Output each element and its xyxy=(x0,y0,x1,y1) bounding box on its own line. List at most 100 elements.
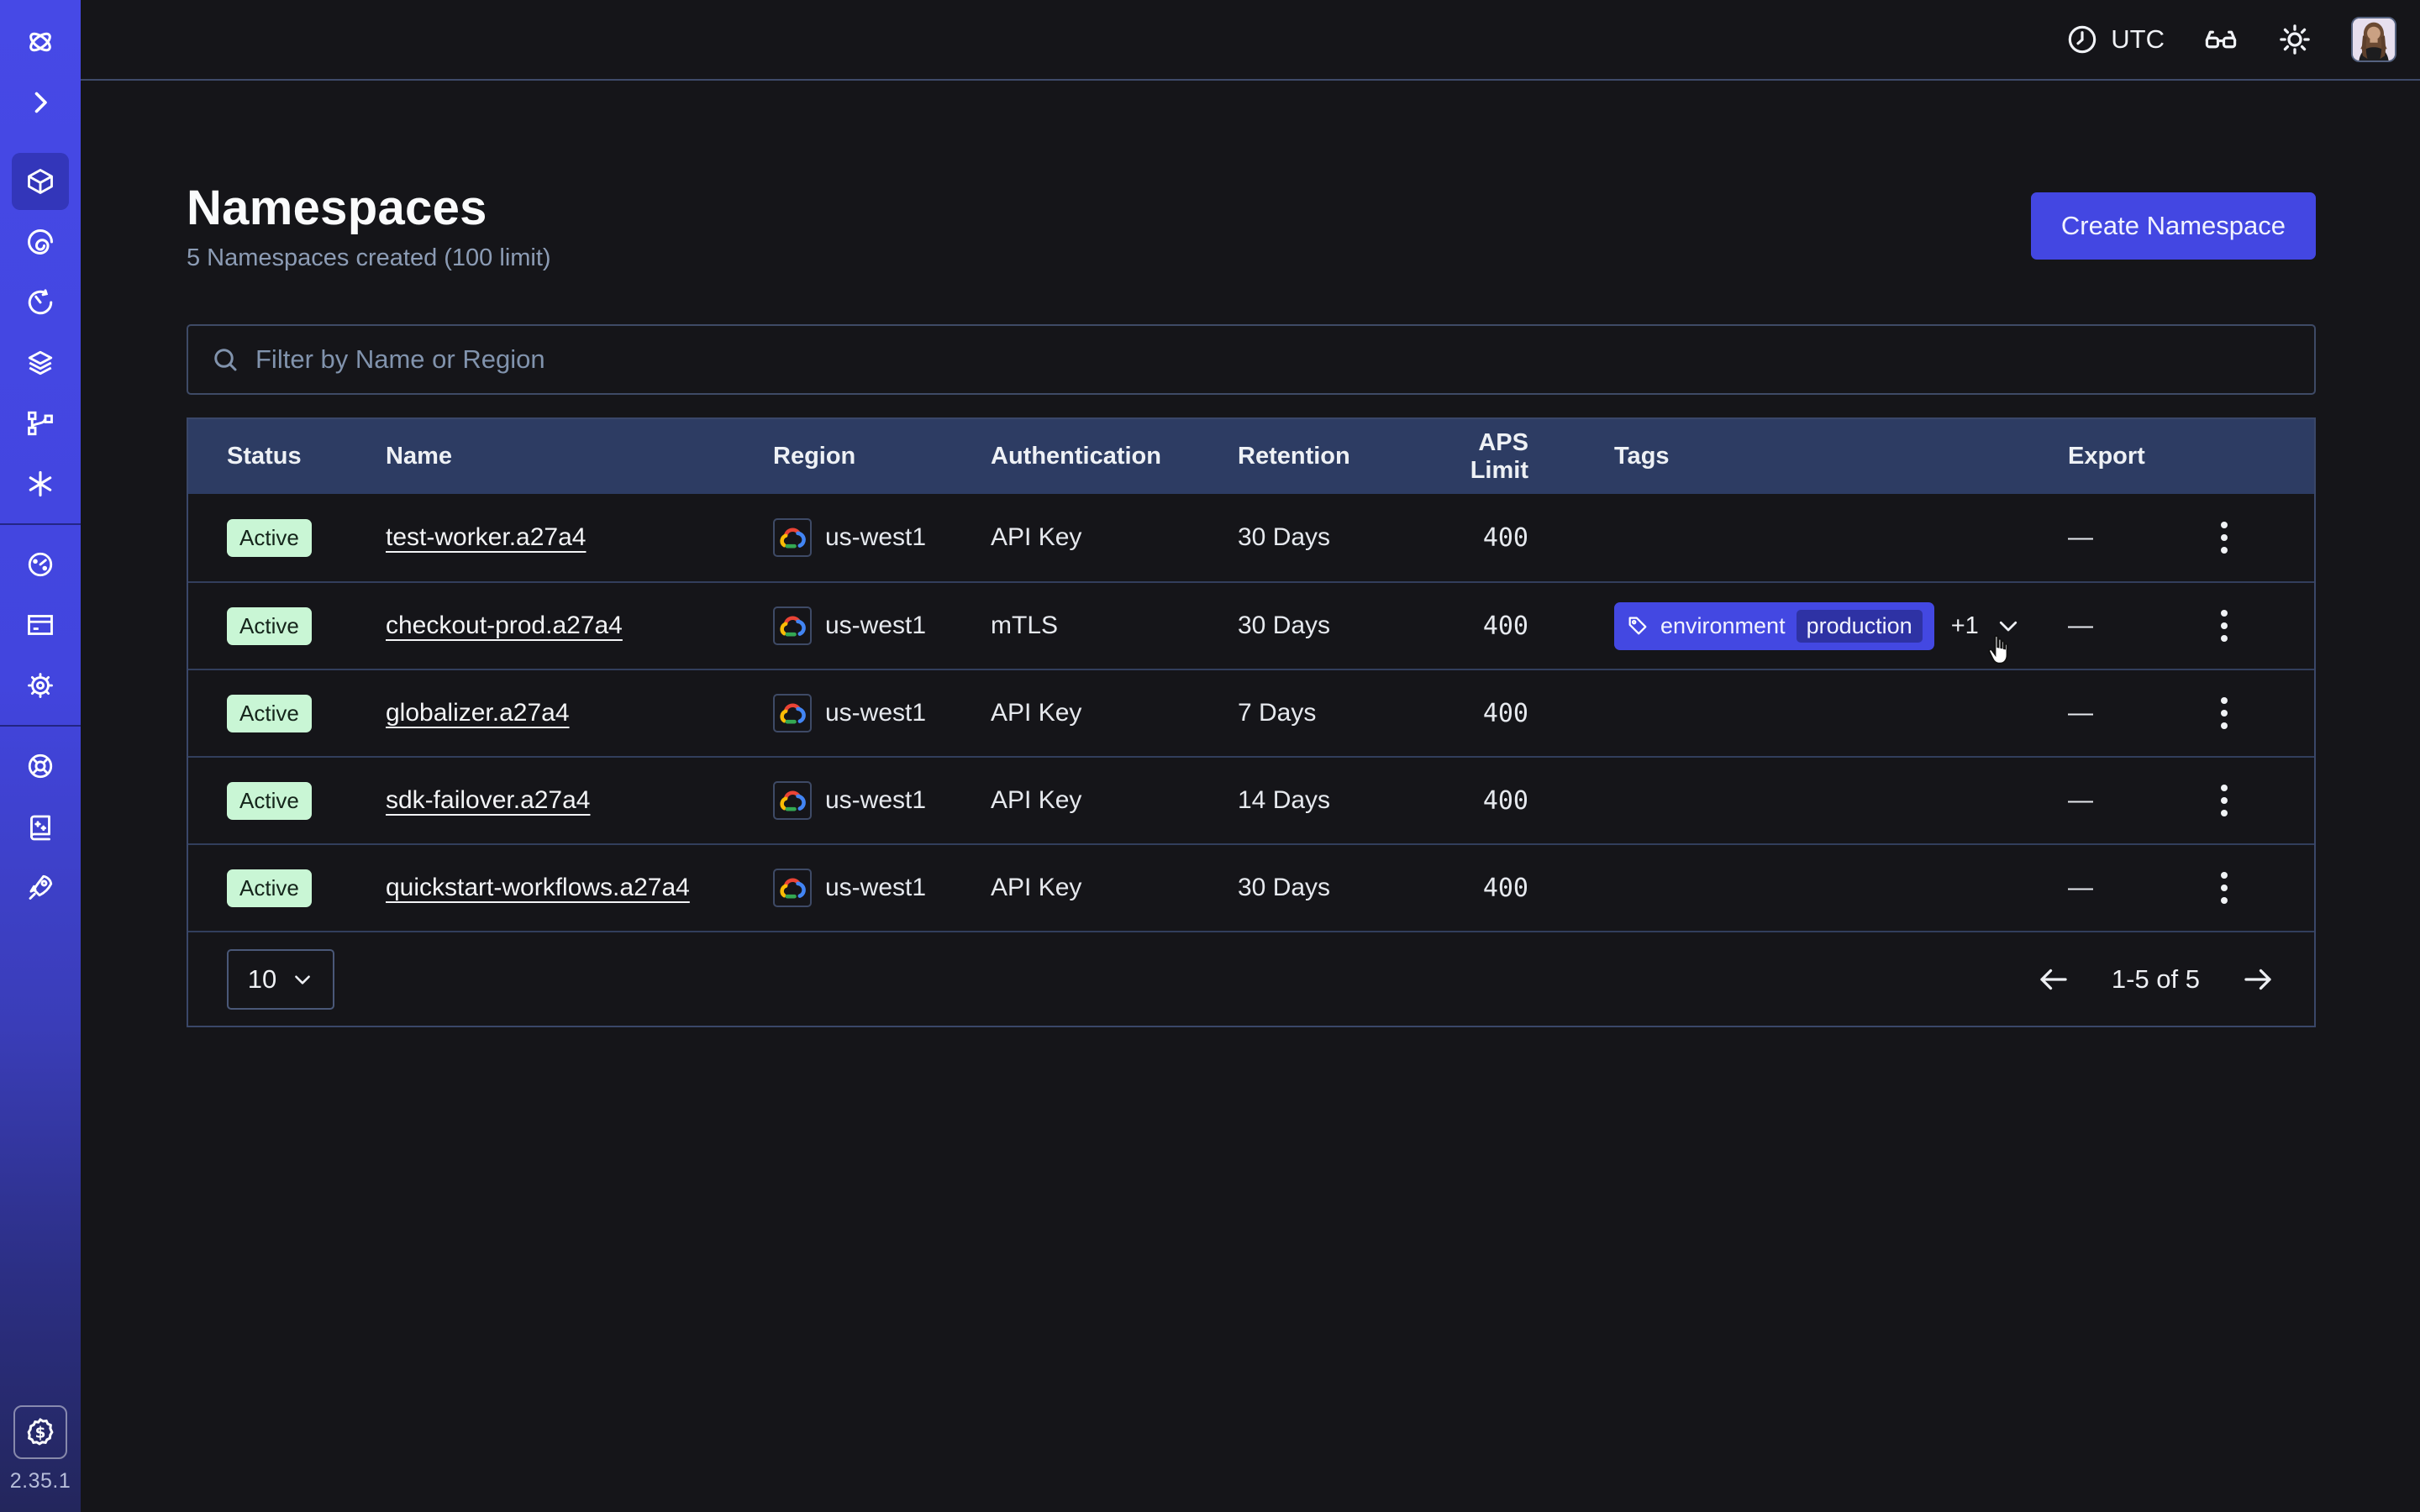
search-icon xyxy=(210,344,240,375)
table-header-row: Status Name Region Authentication Retent… xyxy=(188,419,2314,494)
sidebar: $ 2.35.1 xyxy=(0,0,81,1512)
filter-input[interactable] xyxy=(255,344,2292,375)
reader-glasses-icon[interactable] xyxy=(2203,22,2238,57)
arrow-left-icon xyxy=(2036,962,2071,997)
authentication-value: API Key xyxy=(991,786,1238,815)
page-subtitle: 5 Namespaces created (100 limit) xyxy=(187,244,551,272)
row-menu-kebab-button[interactable] xyxy=(2212,601,2236,650)
authentication-value: API Key xyxy=(991,699,1238,727)
sidebar-item-usage[interactable] xyxy=(0,534,81,595)
batch-layers-icon xyxy=(25,348,55,378)
settings-gear-icon xyxy=(25,670,55,701)
export-value: — xyxy=(2004,874,2172,902)
tag-key: environment xyxy=(1660,613,1786,639)
tag-value: production xyxy=(1797,610,1923,643)
sidebar-item-support[interactable] xyxy=(0,736,81,796)
sidebar-item-nexus[interactable] xyxy=(0,454,81,514)
export-value: — xyxy=(2004,612,2172,640)
region-name: us-west1 xyxy=(825,523,926,552)
authentication-value: mTLS xyxy=(991,612,1238,640)
col-header-tags: Tags xyxy=(1534,443,2004,470)
row-menu-kebab-button[interactable] xyxy=(2212,776,2236,825)
pricing-dollar-badge-icon[interactable]: $ xyxy=(13,1405,67,1459)
previous-page-button[interactable] xyxy=(2036,962,2071,997)
table-row: Active test-worker.a27a4 us-west1 API Ke… xyxy=(188,494,2314,581)
aps-limit-value: 400 xyxy=(1433,786,1534,816)
getting-started-rocket-icon xyxy=(25,872,55,902)
clock-icon xyxy=(2065,23,2099,56)
page-size-select[interactable]: 10 xyxy=(227,949,334,1010)
namespace-link[interactable]: sdk-failover.a27a4 xyxy=(386,786,591,814)
svg-text:$: $ xyxy=(35,1425,46,1442)
col-header-status: Status xyxy=(227,443,386,470)
light-theme-sun-icon[interactable] xyxy=(2277,22,2312,57)
row-menu-kebab-button[interactable] xyxy=(2212,513,2236,562)
tags-cell: environment production +1 xyxy=(1534,602,2004,650)
sidebar-item-billing[interactable] xyxy=(0,595,81,655)
nexus-asterisk-icon xyxy=(25,469,55,499)
authentication-value: API Key xyxy=(991,874,1238,902)
region-name: us-west1 xyxy=(825,612,926,640)
namespaces-table: Status Name Region Authentication Retent… xyxy=(187,417,2316,1027)
row-menu-kebab-button[interactable] xyxy=(2212,864,2236,912)
table-row: Active quickstart-workflows.a27a4 us-wes… xyxy=(188,843,2314,931)
table-row: Active globalizer.a27a4 us-west1 API Key… xyxy=(188,669,2314,756)
deployments-branch-icon xyxy=(25,408,55,438)
temporal-logo-icon[interactable] xyxy=(0,12,81,72)
gcp-cloud-icon xyxy=(773,781,812,820)
aps-limit-value: 400 xyxy=(1433,699,1534,728)
status-badge: Active xyxy=(227,519,312,557)
namespace-link[interactable]: globalizer.a27a4 xyxy=(386,699,570,727)
sidebar-item-namespaces[interactable] xyxy=(0,151,81,212)
retention-value: 14 Days xyxy=(1238,786,1433,815)
next-page-button[interactable] xyxy=(2240,962,2275,997)
sidebar-separator xyxy=(0,523,81,525)
tags-more-count: +1 xyxy=(1951,612,1979,640)
billing-card-icon xyxy=(25,610,55,640)
user-avatar[interactable] xyxy=(2351,17,2396,62)
row-menu-kebab-button[interactable] xyxy=(2212,689,2236,738)
status-badge: Active xyxy=(227,782,312,820)
retention-value: 30 Days xyxy=(1238,612,1433,640)
timezone-selector[interactable]: UTC xyxy=(2065,23,2165,56)
workflows-spiral-icon xyxy=(25,227,55,257)
col-header-region: Region xyxy=(773,443,991,470)
sidebar-separator xyxy=(0,725,81,727)
namespace-link[interactable]: test-worker.a27a4 xyxy=(386,523,586,551)
expand-sidebar-chevron-icon[interactable] xyxy=(0,72,81,133)
tag-pill[interactable]: environment production xyxy=(1614,602,1934,650)
aps-limit-value: 400 xyxy=(1433,523,1534,553)
tag-icon xyxy=(1626,614,1649,638)
create-namespace-button[interactable]: Create Namespace xyxy=(2031,192,2316,260)
page-title: Namespaces xyxy=(187,180,551,236)
retention-value: 7 Days xyxy=(1238,699,1433,727)
gcp-cloud-icon xyxy=(773,606,812,645)
sidebar-bottom: $ 2.35.1 xyxy=(0,1405,81,1494)
col-header-export: Export xyxy=(2004,443,2172,470)
chevron-down-icon xyxy=(292,969,313,990)
sidebar-item-deployments[interactable] xyxy=(0,393,81,454)
aps-limit-value: 400 xyxy=(1433,874,1534,903)
region-name: us-west1 xyxy=(825,874,926,902)
status-badge: Active xyxy=(227,607,312,645)
schedules-clock-icon xyxy=(25,287,55,318)
namespace-link[interactable]: checkout-prod.a27a4 xyxy=(386,612,623,639)
sidebar-item-docs[interactable] xyxy=(0,796,81,857)
table-body: Active test-worker.a27a4 us-west1 API Ke… xyxy=(188,494,2314,931)
sidebar-item-getting-started[interactable] xyxy=(0,857,81,917)
retention-value: 30 Days xyxy=(1238,523,1433,552)
namespace-link[interactable]: quickstart-workflows.a27a4 xyxy=(386,874,690,901)
authentication-value: API Key xyxy=(991,523,1238,552)
table-footer: 10 1-5 of 5 xyxy=(188,931,2314,1026)
app-version: 2.35.1 xyxy=(10,1469,71,1494)
main-content: Namespaces 5 Namespaces created (100 lim… xyxy=(81,81,2420,1512)
sidebar-item-schedules[interactable] xyxy=(0,272,81,333)
export-value: — xyxy=(2004,523,2172,552)
sidebar-item-settings[interactable] xyxy=(0,655,81,716)
region-name: us-west1 xyxy=(825,699,926,727)
status-badge: Active xyxy=(227,869,312,907)
col-header-name: Name xyxy=(386,443,773,470)
sidebar-item-batch-operations[interactable] xyxy=(0,333,81,393)
sidebar-item-workflows[interactable] xyxy=(0,212,81,272)
pagination: 1-5 of 5 xyxy=(2036,962,2275,997)
